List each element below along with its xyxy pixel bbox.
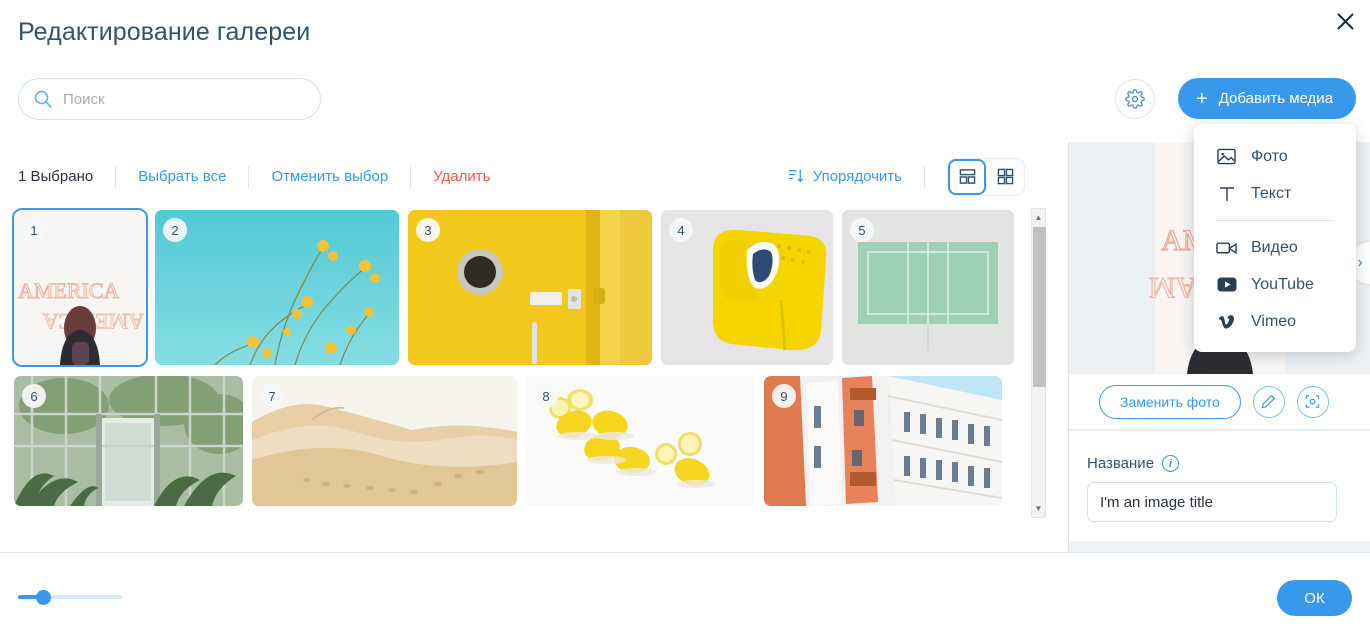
menu-item-video[interactable]: Видео — [1194, 229, 1356, 266]
gallery-item[interactable]: 6 — [14, 376, 243, 506]
menu-divider — [1216, 220, 1334, 221]
footer-divider — [0, 552, 1370, 553]
add-media-menu: Фото Текст Видео YouTube Vimeo — [1194, 124, 1356, 352]
add-media-button[interactable]: + Добавить медиа — [1178, 78, 1356, 119]
search-icon — [34, 90, 52, 108]
deselect-all-button[interactable]: Отменить выбор — [249, 168, 410, 185]
view-toggle-group — [947, 157, 1025, 196]
thumbnail-image-8 — [526, 376, 755, 506]
item-number-badge: 1 — [22, 218, 46, 242]
svg-text:AM: AM — [1149, 271, 1197, 304]
selected-count-label: 1 Выбрано — [18, 168, 94, 185]
search-input[interactable] — [63, 90, 306, 108]
scrollbar-thumb[interactable] — [1033, 227, 1046, 387]
gallery-row: 6 7 8 9 — [14, 371, 1032, 512]
item-number-badge: 9 — [772, 384, 796, 408]
title-input[interactable] — [1087, 482, 1337, 522]
gallery-item[interactable]: 3 — [408, 210, 652, 365]
delete-button[interactable]: Удалить — [411, 168, 512, 185]
gallery-item[interactable]: AMERICA AMERICA 1 — [12, 208, 148, 367]
menu-item-label: Vimeo — [1251, 312, 1297, 330]
thumbnail-image-9 — [764, 376, 1002, 506]
toolbar-right-group: Упорядочить — [788, 153, 1025, 200]
sort-descending-icon — [788, 169, 803, 183]
menu-item-text[interactable]: Текст — [1194, 175, 1356, 212]
close-icon — [1336, 12, 1354, 30]
item-number-badge: 6 — [22, 384, 46, 408]
gallery-grid-area: AMERICA AMERICA 1 — [0, 200, 1060, 552]
menu-item-label: YouTube — [1251, 275, 1314, 293]
thumbnail-image-2 — [155, 210, 399, 365]
replace-photo-row: Заменить фото — [1069, 374, 1370, 430]
text-t-icon — [1216, 183, 1237, 204]
youtube-icon — [1216, 274, 1237, 295]
image-icon — [1216, 146, 1237, 167]
gallery-item[interactable]: 8 — [526, 376, 755, 506]
view-layout-button[interactable] — [948, 158, 986, 195]
gear-icon — [1125, 89, 1145, 109]
info-icon[interactable]: i — [1162, 455, 1180, 472]
selection-toolbar: 1 Выбрано Выбрать все Отменить выбор Уда… — [0, 153, 1060, 200]
svg-text:AMERICA: AMERICA — [18, 278, 120, 303]
menu-item-label: Видео — [1251, 238, 1298, 256]
title-field-label-row: Название i — [1087, 455, 1347, 472]
focal-point-icon — [1306, 395, 1320, 408]
search-box[interactable] — [18, 78, 321, 120]
thumbnail-size-slider[interactable] — [18, 588, 122, 606]
item-number-badge: 7 — [260, 384, 284, 408]
edit-photo-button[interactable] — [1252, 385, 1285, 418]
gallery-item[interactable]: 4 — [661, 210, 833, 365]
thumbnail-image-6 — [14, 376, 243, 506]
ok-button[interactable]: ОК — [1277, 580, 1352, 616]
gallery-item[interactable]: 5 — [842, 210, 1014, 365]
toolbar-divider — [924, 165, 925, 188]
vimeo-icon — [1216, 311, 1237, 332]
close-button[interactable] — [1330, 6, 1360, 36]
video-camera-icon — [1216, 237, 1237, 258]
gallery-edit-dialog: Редактирование галереи + Добавить медиа — [0, 0, 1370, 627]
plus-icon: + — [1196, 87, 1208, 110]
select-all-button[interactable]: Выбрать все — [116, 168, 248, 185]
toolbar-left-group: 1 Выбрано Выбрать все Отменить выбор Уда… — [0, 165, 512, 188]
menu-item-photo[interactable]: Фото — [1194, 138, 1356, 175]
page-title: Редактирование галереи — [18, 18, 311, 46]
add-media-label: Добавить медиа — [1218, 90, 1333, 107]
thumbnail-image-3 — [408, 210, 652, 365]
view-layout-icon — [959, 169, 975, 184]
sort-button[interactable]: Упорядочить — [788, 168, 924, 185]
gallery-item[interactable]: 7 — [252, 376, 517, 506]
slider-thumb[interactable] — [36, 590, 51, 605]
gallery-row: AMERICA AMERICA 1 — [12, 205, 1032, 371]
gallery-item[interactable]: 2 — [155, 210, 399, 365]
scroll-up-arrow[interactable]: ▲ — [1032, 210, 1045, 225]
gallery-vertical-scrollbar[interactable]: ▲ ▼ — [1031, 208, 1046, 518]
top-bar: + Добавить медиа — [0, 76, 1370, 126]
item-number-badge: 3 — [416, 218, 440, 242]
thumbnail-image-7 — [252, 376, 517, 506]
sort-label: Упорядочить — [812, 168, 902, 185]
menu-item-youtube[interactable]: YouTube — [1194, 266, 1356, 303]
focal-point-button[interactable] — [1296, 385, 1329, 418]
item-number-badge: 4 — [669, 218, 693, 242]
menu-item-label: Текст — [1251, 184, 1292, 202]
menu-item-label: Фото — [1251, 147, 1288, 165]
replace-photo-button[interactable]: Заменить фото — [1099, 384, 1241, 419]
scroll-down-arrow[interactable]: ▼ — [1032, 501, 1045, 516]
gallery-grid: AMERICA AMERICA 1 — [0, 200, 1032, 552]
settings-button[interactable] — [1115, 79, 1155, 119]
chevron-right-icon: › — [1357, 254, 1363, 271]
pencil-icon — [1262, 394, 1276, 409]
gallery-item[interactable]: 9 — [764, 376, 1002, 506]
item-number-badge: 8 — [534, 384, 558, 408]
title-field-block: Название i — [1069, 431, 1370, 541]
title-field-label: Название — [1087, 455, 1155, 472]
item-number-badge: 5 — [850, 218, 874, 242]
menu-item-vimeo[interactable]: Vimeo — [1194, 303, 1356, 340]
item-number-badge: 2 — [163, 218, 187, 242]
view-grid-icon — [997, 168, 1013, 185]
view-grid-button[interactable] — [986, 159, 1024, 195]
